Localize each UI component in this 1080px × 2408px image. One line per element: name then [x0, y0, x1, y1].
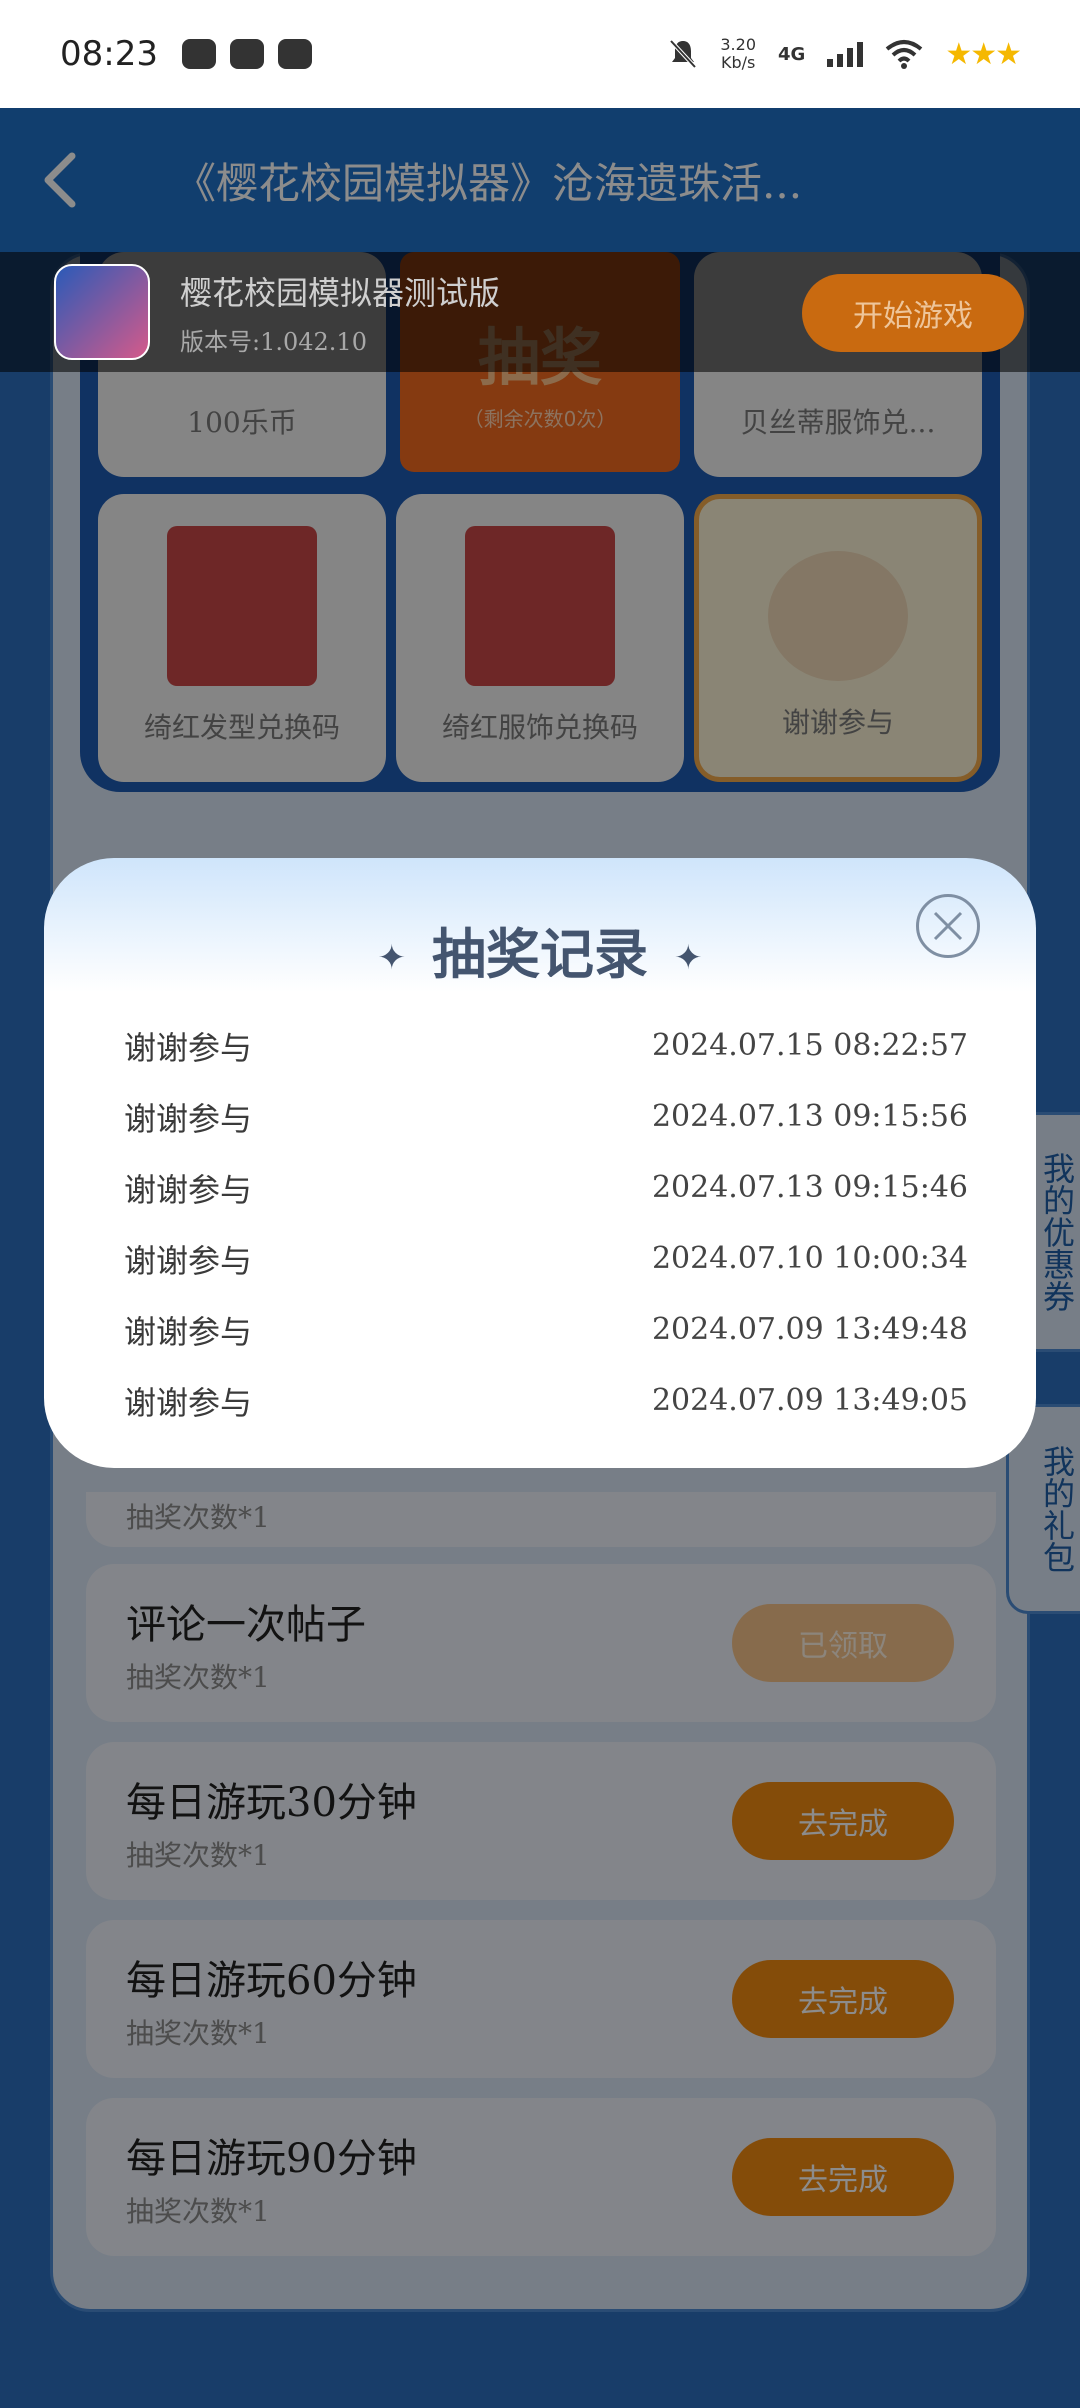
draw-record-modal: ✦ 抽奖记录 ✦ 谢谢参与 2024.07.15 08:22:57 谢谢参与 202… [44, 858, 1036, 1468]
status-time: 08:23 [60, 34, 158, 74]
network-speed-value: 3.20 [720, 35, 756, 54]
game-icon [54, 264, 150, 360]
close-button[interactable] [916, 894, 980, 958]
record-list: 谢谢参与 2024.07.15 08:22:57 谢谢参与 2024.07.13… [124, 1010, 968, 1436]
game-version: 版本号:1.042.10 [180, 327, 367, 356]
network-speed: 3.20 Kb/s [720, 36, 756, 72]
close-icon [933, 911, 963, 941]
record-prize: 谢谢参与 [124, 1241, 253, 1280]
app-notification-icon [277, 39, 312, 69]
record-prize: 谢谢参与 [124, 1312, 253, 1351]
game-info: 樱花校园模拟器测试版 版本号:1.042.10 [180, 268, 500, 357]
rating-stars-icon: ★★★ [945, 36, 1022, 72]
record-time: 2024.07.09 13:49:48 [651, 1312, 968, 1347]
record-prize: 谢谢参与 [124, 1383, 253, 1422]
record-row: 谢谢参与 2024.07.09 13:49:48 [124, 1294, 968, 1365]
signal-icon [827, 41, 864, 67]
modal-title-row: ✦ 抽奖记录 ✦ [44, 910, 1036, 989]
modal-title: 抽奖记录 [432, 923, 648, 986]
record-row: 谢谢参与 2024.07.10 10:00:34 [124, 1223, 968, 1294]
start-game-button[interactable]: 开始游戏 [802, 274, 1024, 352]
record-prize: 谢谢参与 [124, 1099, 253, 1138]
wechat-icon [229, 39, 264, 69]
network-speed-unit: Kb/s [721, 53, 756, 72]
status-bar: 08:23 3.20 Kb/s 4G ★★★ [0, 0, 1080, 108]
record-prize: 谢谢参与 [124, 1170, 253, 1209]
record-time: 2024.07.13 09:15:46 [651, 1170, 968, 1205]
record-row: 谢谢参与 2024.07.13 09:15:56 [124, 1081, 968, 1152]
record-time: 2024.07.09 13:49:05 [651, 1383, 968, 1418]
game-name: 樱花校园模拟器测试版 [180, 273, 501, 312]
status-notification-icons [181, 39, 312, 69]
sparkle-icon: ✦ [674, 938, 703, 979]
game-info-bar: 樱花校园模拟器测试版 版本号:1.042.10 开始游戏 [0, 252, 1080, 372]
network-type: 4G [778, 43, 806, 65]
record-time: 2024.07.15 08:22:57 [651, 1028, 968, 1063]
status-right: 3.20 Kb/s 4G ★★★ [668, 36, 1022, 72]
mute-bell-icon [669, 39, 697, 69]
record-row: 谢谢参与 2024.07.13 09:15:46 [124, 1152, 968, 1223]
record-prize: 谢谢参与 [124, 1028, 253, 1067]
record-time: 2024.07.10 10:00:34 [651, 1241, 968, 1276]
cloud-icon [181, 39, 216, 69]
wifi-icon [886, 40, 923, 69]
record-row: 谢谢参与 2024.07.15 08:22:57 [124, 1010, 968, 1081]
record-row: 谢谢参与 2024.07.09 13:49:05 [124, 1365, 968, 1436]
sparkle-icon: ✦ [377, 938, 407, 979]
record-time: 2024.07.13 09:15:56 [651, 1099, 968, 1134]
